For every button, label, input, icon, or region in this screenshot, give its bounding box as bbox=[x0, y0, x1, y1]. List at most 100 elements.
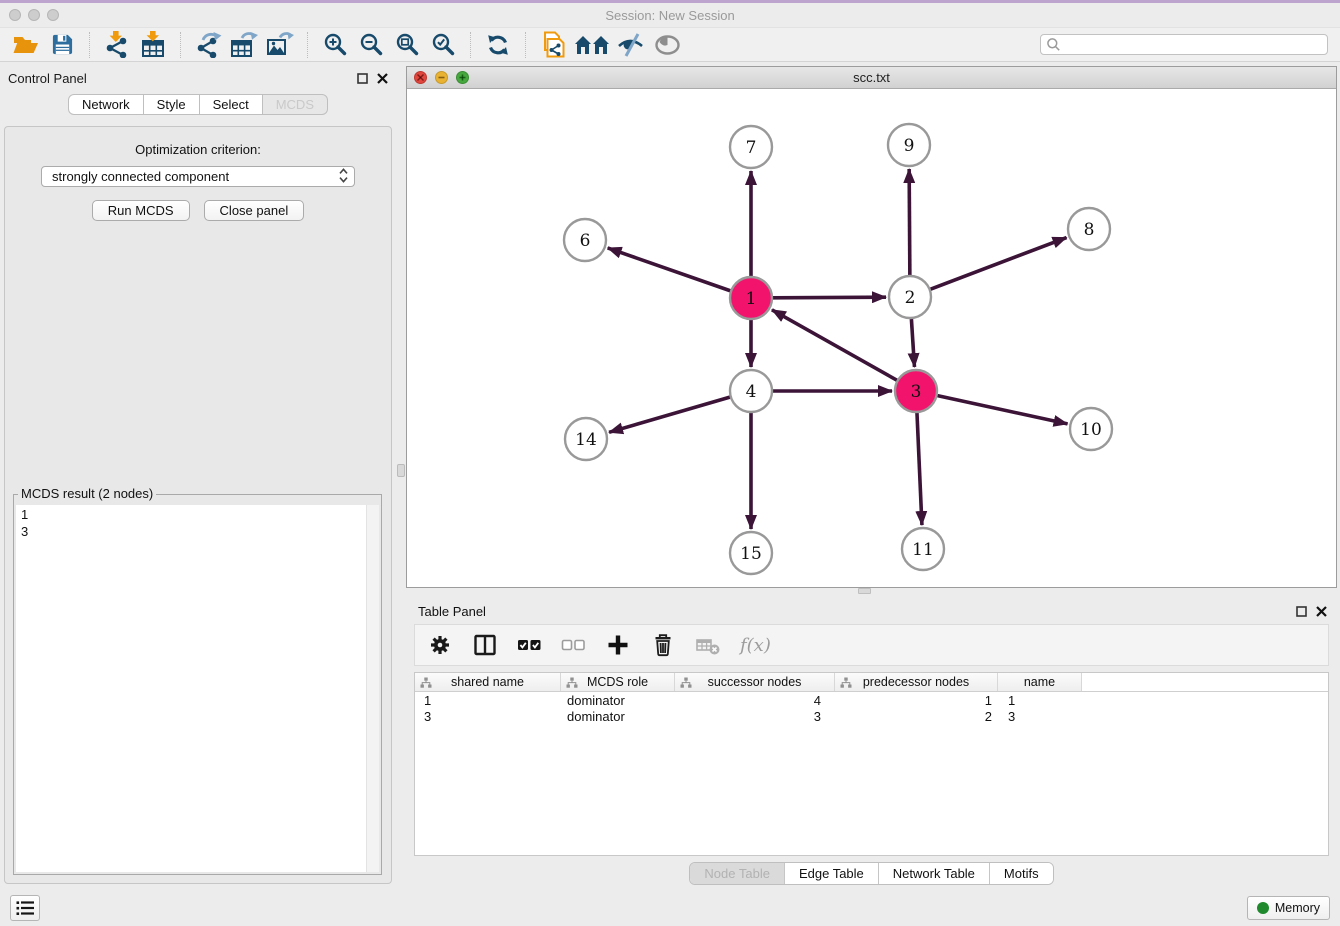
float-panel-icon[interactable] bbox=[1296, 606, 1307, 617]
import-table-button[interactable] bbox=[135, 30, 171, 60]
task-history-button[interactable] bbox=[10, 895, 40, 921]
window-controls bbox=[9, 9, 59, 21]
graph-edge-2-8[interactable] bbox=[931, 238, 1067, 290]
tab-style[interactable]: Style bbox=[144, 94, 200, 115]
maximize-network-button[interactable] bbox=[456, 71, 469, 84]
search-field[interactable] bbox=[1040, 34, 1328, 55]
tab-network-table[interactable]: Network Table bbox=[878, 863, 989, 884]
toolbar-separator bbox=[470, 32, 471, 58]
create-column-button[interactable] bbox=[605, 632, 631, 658]
criterion-select[interactable]: strongly connected component bbox=[41, 166, 355, 187]
graph-edge-4-14[interactable] bbox=[609, 397, 730, 432]
export-table-button[interactable] bbox=[226, 30, 262, 60]
toolbar-separator bbox=[525, 32, 526, 58]
table-cell: 3 bbox=[675, 709, 835, 724]
titlebar: Session: New Session bbox=[0, 3, 1340, 28]
network-graph[interactable]: 7968124314101511 bbox=[407, 89, 1337, 588]
graph-edge-3-10[interactable] bbox=[937, 396, 1067, 424]
export-network-icon bbox=[195, 32, 222, 58]
save-icon bbox=[51, 33, 74, 56]
splitter-grip[interactable] bbox=[397, 464, 405, 477]
network-window-title: scc.txt bbox=[853, 70, 890, 85]
zoom-out-button[interactable] bbox=[353, 30, 389, 60]
table-row[interactable]: 1dominator411 bbox=[415, 692, 1328, 708]
column-header-successor-nodes[interactable]: successor nodes bbox=[675, 673, 835, 691]
zoom-selected-button[interactable] bbox=[425, 30, 461, 60]
show-column-panel-button[interactable] bbox=[472, 632, 498, 658]
zoom-fit-button[interactable] bbox=[389, 30, 425, 60]
graph-edge-2-9[interactable] bbox=[909, 169, 910, 275]
tab-edge-table[interactable]: Edge Table bbox=[784, 863, 878, 884]
column-header-mcds-role[interactable]: MCDS role bbox=[561, 673, 675, 691]
network-window-titlebar[interactable]: scc.txt bbox=[407, 67, 1336, 89]
close-panel-icon[interactable] bbox=[377, 73, 388, 84]
table-settings-button[interactable] bbox=[427, 632, 453, 658]
status-bar: Memory bbox=[0, 890, 1340, 926]
run-mcds-button[interactable]: Run MCDS bbox=[92, 200, 190, 221]
graph-edge-3-1[interactable] bbox=[772, 310, 897, 380]
graph-edge-3-11[interactable] bbox=[917, 413, 922, 525]
table-cell: 3 bbox=[415, 709, 561, 724]
first-neighbors-button[interactable] bbox=[571, 30, 613, 60]
graph-edge-1-2[interactable] bbox=[773, 297, 886, 298]
new-network-from-selection-button[interactable] bbox=[535, 30, 571, 60]
hide-graphics-details-button[interactable] bbox=[613, 30, 649, 60]
memory-button[interactable]: Memory bbox=[1247, 896, 1330, 920]
zoom-in-button[interactable] bbox=[317, 30, 353, 60]
minimize-network-button[interactable] bbox=[435, 71, 448, 84]
close-network-button[interactable] bbox=[414, 71, 427, 84]
graph-node-label: 10 bbox=[1080, 420, 1102, 440]
float-panel-icon[interactable] bbox=[357, 73, 368, 84]
column-header-name[interactable]: name bbox=[998, 673, 1082, 691]
table-cell: 3 bbox=[998, 709, 1082, 724]
table-row[interactable]: 3dominator323 bbox=[415, 708, 1328, 724]
unselect-all-columns-button[interactable] bbox=[561, 632, 586, 658]
refresh-view-button[interactable] bbox=[480, 30, 516, 60]
tab-motifs[interactable]: Motifs bbox=[989, 863, 1053, 884]
minimize-window-button[interactable] bbox=[28, 9, 40, 21]
toolbar-separator bbox=[180, 32, 181, 58]
eye-icon bbox=[654, 33, 681, 57]
mcds-result-textarea[interactable]: 1 3 bbox=[16, 505, 379, 872]
tab-mcds[interactable]: MCDS bbox=[263, 94, 328, 115]
close-window-button[interactable] bbox=[9, 9, 21, 21]
import-table-icon bbox=[140, 31, 166, 58]
horizontal-splitter[interactable] bbox=[406, 588, 1337, 595]
import-network-button[interactable] bbox=[99, 30, 135, 60]
graph-node-label: 6 bbox=[580, 231, 591, 251]
tab-network[interactable]: Network bbox=[68, 94, 144, 115]
column-header-shared-name[interactable]: shared name bbox=[415, 673, 561, 691]
column-header-predecessor-nodes[interactable]: predecessor nodes bbox=[835, 673, 998, 691]
table-cell: 1 bbox=[415, 693, 561, 708]
control-panel-header: Control Panel bbox=[0, 62, 396, 86]
tab-select[interactable]: Select bbox=[200, 94, 263, 115]
close-panel-button[interactable]: Close panel bbox=[204, 200, 305, 221]
network-canvas[interactable]: 7968124314101511 bbox=[407, 89, 1336, 587]
graph-edge-2-3[interactable] bbox=[911, 319, 914, 367]
mcds-result-group: MCDS result (2 nodes) 1 3 bbox=[13, 494, 382, 875]
vertical-splitter[interactable] bbox=[396, 62, 406, 890]
open-session-button[interactable] bbox=[8, 30, 44, 60]
unchecked-boxes-icon bbox=[561, 632, 586, 658]
checked-boxes-icon bbox=[517, 632, 542, 658]
maximize-glyph-icon bbox=[459, 74, 466, 81]
select-all-columns-button[interactable] bbox=[517, 632, 542, 658]
search-input[interactable] bbox=[1061, 37, 1327, 52]
result-scrollbar[interactable] bbox=[366, 505, 379, 872]
gear-icon bbox=[427, 632, 453, 658]
save-session-button[interactable] bbox=[44, 30, 80, 60]
graph-node-label: 1 bbox=[746, 289, 757, 309]
delete-column-button[interactable] bbox=[650, 632, 676, 658]
zoom-window-button[interactable] bbox=[47, 9, 59, 21]
export-image-button[interactable] bbox=[262, 30, 298, 60]
table-cell: 1 bbox=[835, 693, 998, 708]
zoom-out-icon bbox=[359, 32, 384, 57]
graph-edge-1-6[interactable] bbox=[608, 248, 731, 291]
hierarchy-icon bbox=[420, 677, 432, 689]
show-graphics-details-button[interactable] bbox=[649, 30, 685, 60]
import-network-icon bbox=[104, 31, 130, 58]
tab-node-table[interactable]: Node Table bbox=[690, 863, 784, 884]
export-network-button[interactable] bbox=[190, 30, 226, 60]
splitter-grip[interactable] bbox=[858, 588, 871, 594]
close-panel-icon[interactable] bbox=[1316, 606, 1327, 617]
